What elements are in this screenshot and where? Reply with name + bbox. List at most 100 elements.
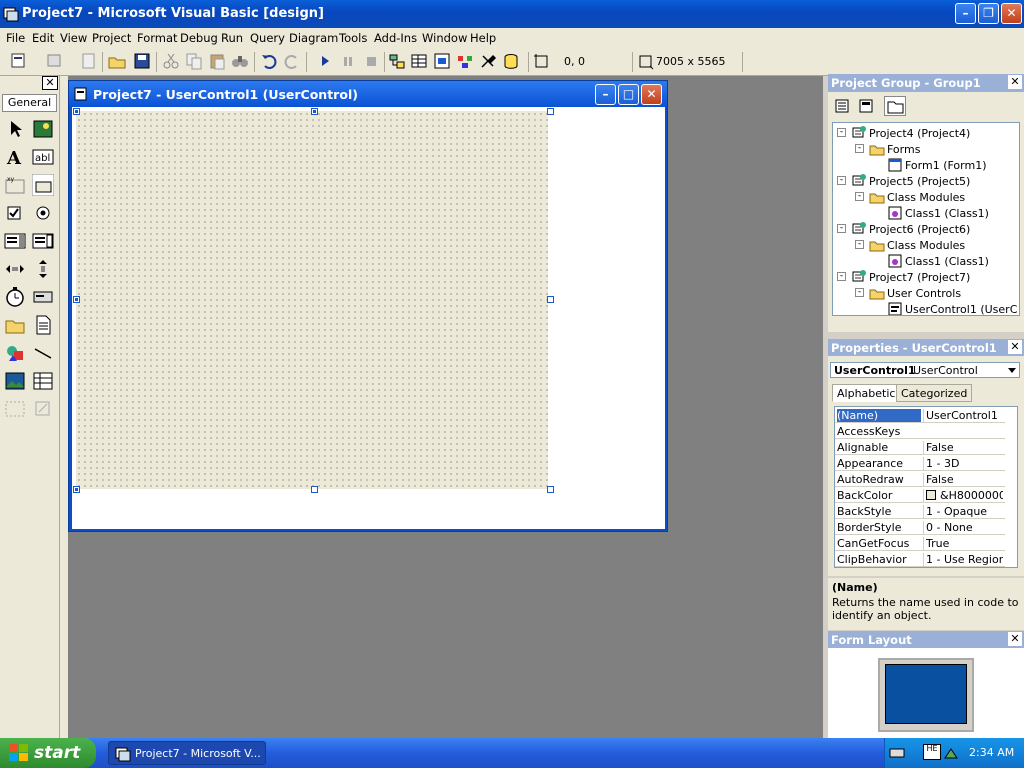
expand-toggle[interactable]: - (837, 176, 846, 185)
resize-handle-b[interactable] (311, 486, 318, 493)
toolbox-icon[interactable] (479, 52, 497, 70)
properties-header[interactable]: Properties - UserControl1 ✕ (828, 339, 1024, 357)
designer-maximize-button[interactable]: □ (618, 84, 639, 105)
project-tree[interactable]: - Project4 (Project4) - Forms Form1 (Form1) -… (832, 122, 1020, 316)
property-row[interactable]: CanGetFocus True (835, 535, 1005, 551)
menu-edit[interactable]: Edit (32, 31, 54, 45)
menu-view[interactable]: View (60, 31, 87, 45)
minimize-button[interactable]: – (955, 3, 976, 24)
dirlistbox-icon[interactable] (4, 314, 26, 336)
frame-icon[interactable]: xy (4, 174, 26, 196)
menu-help[interactable]: Help (470, 31, 496, 45)
ole-icon[interactable] (4, 398, 26, 420)
property-row[interactable]: Alignable False (835, 439, 1005, 455)
tab-categorized[interactable]: Categorized (896, 384, 973, 402)
chevron-down-icon[interactable] (1005, 364, 1019, 376)
menu-format[interactable]: Format (137, 31, 178, 45)
property-row[interactable]: Appearance 1 - 3D (835, 455, 1005, 471)
pointer-icon[interactable] (4, 118, 26, 140)
object-browser-icon[interactable] (456, 52, 474, 70)
break-icon[interactable] (339, 52, 357, 70)
usercontrol-designer-window[interactable]: Project7 - UserControl1 (UserControl) – … (68, 80, 668, 532)
picturebox-icon[interactable] (32, 118, 54, 140)
expand-toggle[interactable]: - (837, 272, 846, 281)
menu-diagram[interactable]: Diagram (289, 31, 338, 45)
property-row[interactable]: (Name) UserControl1 (835, 407, 1005, 423)
checkbox-icon[interactable] (4, 202, 26, 224)
project-explorer-icon[interactable] (388, 52, 406, 70)
disabled-tool-icon[interactable] (32, 398, 54, 420)
menu-query[interactable]: Query (250, 31, 285, 45)
textbox-icon[interactable]: abl (32, 146, 54, 168)
drivelistbox-icon[interactable] (32, 286, 54, 308)
property-value[interactable]: UserControl1 (923, 409, 1003, 422)
expand-toggle[interactable]: - (855, 240, 864, 249)
vscrollbar-icon[interactable] (32, 258, 54, 280)
menu-editor-icon[interactable] (80, 52, 98, 70)
tab-alphabetic[interactable]: Alphabetic (832, 384, 901, 402)
property-value[interactable]: False (923, 473, 1003, 486)
add-project-icon[interactable] (10, 52, 28, 70)
menu-debug[interactable]: Debug (180, 31, 218, 45)
menu-run[interactable]: Run (221, 31, 243, 45)
undo-icon[interactable] (260, 52, 278, 70)
menu-window[interactable]: Window (422, 31, 467, 45)
designer-title-bar[interactable]: Project7 - UserControl1 (UserControl) – … (69, 81, 667, 107)
resize-handle-br[interactable] (547, 486, 554, 493)
view-object-icon[interactable] (858, 98, 874, 114)
form-layout-icon[interactable] (433, 52, 451, 70)
start-icon[interactable] (316, 52, 334, 70)
timer-icon[interactable] (4, 286, 26, 308)
property-row[interactable]: AutoRedraw False (835, 471, 1005, 487)
property-grid[interactable]: (Name) UserControl1 AccessKeys Alignable Fal… (834, 406, 1018, 568)
filelistbox-icon[interactable] (32, 314, 54, 336)
menu-file[interactable]: File (6, 31, 25, 45)
expand-toggle[interactable]: - (855, 288, 864, 297)
taskbar-task-vb[interactable]: Project7 - Microsoft V... (108, 741, 266, 765)
property-row[interactable]: BackColor&H8000000F (835, 487, 1005, 503)
end-icon[interactable] (362, 52, 380, 70)
copy-icon[interactable] (185, 52, 203, 70)
expand-toggle[interactable]: - (837, 224, 846, 233)
property-row[interactable]: BackStyle 1 - Opaque (835, 503, 1005, 519)
designer-minimize-button[interactable]: – (595, 84, 616, 105)
find-icon[interactable] (231, 52, 249, 70)
designer-close-button[interactable]: ✕ (641, 84, 662, 105)
object-selector[interactable]: UserControl1 UserControl (830, 362, 1020, 378)
property-value[interactable]: 1 - Opaque (923, 505, 1003, 518)
open-project-icon[interactable] (108, 52, 126, 70)
properties-window-icon[interactable] (410, 52, 428, 70)
add-form-icon[interactable] (46, 52, 64, 70)
expand-toggle[interactable]: - (837, 128, 846, 137)
expand-toggle[interactable]: - (855, 192, 864, 201)
combobox-icon[interactable] (4, 230, 26, 252)
data-icon[interactable] (32, 370, 54, 392)
restore-button[interactable]: ❐ (978, 3, 999, 24)
usercontrol-surface[interactable] (76, 111, 548, 489)
property-row[interactable]: ClipBehavior 1 - Use Region (835, 551, 1005, 567)
property-value[interactable]: 1 - Use Region (923, 553, 1003, 566)
expand-toggle[interactable]: - (855, 144, 864, 153)
menu-add-ins[interactable]: Add-Ins (374, 31, 417, 45)
close-button[interactable]: ✕ (1001, 3, 1022, 24)
project-group-header[interactable]: Project Group - Group1 ✕ (828, 74, 1024, 92)
resize-handle-r[interactable] (547, 296, 554, 303)
property-row[interactable]: BorderStyle 0 - None (835, 519, 1005, 535)
menu-tools[interactable]: Tools (339, 31, 367, 45)
shape-icon[interactable] (4, 342, 26, 364)
image-icon[interactable] (4, 370, 26, 392)
network-icon[interactable] (943, 746, 959, 760)
view-code-icon[interactable] (834, 98, 850, 114)
title-bar[interactable]: Project7 - Microsoft Visual Basic [desig… (0, 0, 1024, 28)
hscrollbar-icon[interactable] (4, 258, 26, 280)
keyboard-icon[interactable] (889, 746, 905, 760)
property-value[interactable]: &H8000000F (923, 489, 1003, 502)
form-layout-close-button[interactable]: ✕ (1008, 632, 1022, 646)
toolbox-close-button[interactable]: ✕ (42, 76, 58, 90)
property-value[interactable]: False (923, 441, 1003, 454)
line-icon[interactable] (32, 342, 54, 364)
start-button[interactable]: start (0, 738, 96, 768)
screen-preview[interactable] (885, 664, 967, 724)
redo-icon[interactable] (283, 52, 301, 70)
optionbutton-icon[interactable] (32, 202, 54, 224)
